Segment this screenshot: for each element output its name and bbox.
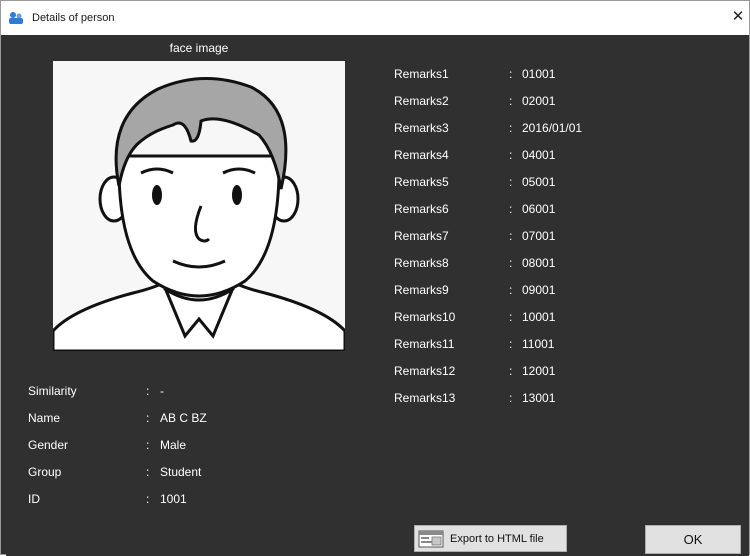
- close-icon: ✕: [731, 8, 745, 25]
- gender-separator: :: [146, 438, 150, 452]
- remarks9-label: Remarks9: [394, 283, 449, 297]
- remarks11-label: Remarks11: [394, 337, 455, 351]
- remarks3-label: Remarks3: [394, 121, 449, 135]
- id-value: 1001: [160, 492, 187, 506]
- gender-value: Male: [160, 438, 187, 452]
- app-icon: [9, 12, 23, 24]
- remarks8-value: 08001: [522, 256, 556, 270]
- remarks4-label: Remarks4: [394, 148, 449, 162]
- remarks12-label: Remarks12: [394, 364, 456, 378]
- remarks1-value: 01001: [522, 67, 556, 81]
- remarks12-separator: :: [509, 364, 513, 378]
- remarks13-value: 13001: [522, 391, 556, 405]
- remarks6-label: Remarks6: [394, 202, 449, 216]
- html-export-icon: [418, 530, 444, 548]
- remarks13-label: Remarks13: [394, 391, 456, 405]
- remarks9-separator: :: [509, 283, 513, 297]
- remarks1-separator: :: [509, 67, 513, 81]
- id-separator: :: [146, 492, 150, 506]
- similarity-label: Similarity: [28, 384, 77, 398]
- remarks11-separator: :: [509, 337, 513, 351]
- remarks10-label: Remarks10: [394, 310, 456, 324]
- remarks2-value: 02001: [522, 94, 556, 108]
- remarks7-label: Remarks7: [394, 229, 449, 243]
- details-of-person-dialog: Details of person ✕ face image Similarit…: [0, 0, 750, 556]
- similarity-separator: :: [146, 384, 150, 398]
- face-image: [53, 61, 345, 351]
- remarks5-value: 05001: [522, 175, 556, 189]
- group-value: Student: [160, 465, 202, 479]
- remarks4-value: 04001: [522, 148, 556, 162]
- remarks3-value: 2016/01/01: [522, 121, 583, 135]
- dialog-content: face image Similarity: - Name: AB C BZ…: [6, 35, 749, 556]
- remarks10-separator: :: [509, 310, 513, 324]
- ok-button-label: OK: [683, 532, 703, 547]
- remarks13-separator: :: [509, 391, 513, 405]
- export-to-html-button[interactable]: Export to HTML file: [414, 525, 567, 552]
- remarks8-separator: :: [509, 256, 513, 270]
- remarks10-value: 10001: [522, 310, 556, 324]
- group-separator: :: [146, 465, 150, 479]
- name-label: Name: [28, 411, 61, 425]
- remarks7-separator: :: [509, 229, 513, 243]
- remarks1-label: Remarks1: [394, 67, 449, 81]
- group-label: Group: [28, 465, 62, 479]
- remarks8-label: Remarks8: [394, 256, 449, 270]
- face-image-caption: face image: [169, 41, 229, 55]
- id-label: ID: [28, 492, 40, 506]
- ok-button[interactable]: OK: [645, 525, 741, 554]
- window-title: Details of person: [32, 12, 115, 24]
- remarks4-separator: :: [509, 148, 513, 162]
- close-button[interactable]: ✕: [727, 5, 749, 29]
- title-bar: Details of person ✕: [1, 1, 749, 35]
- name-value: AB C BZ: [160, 411, 207, 425]
- name-separator: :: [146, 411, 150, 425]
- person-face-illustration: [53, 61, 345, 351]
- remarks9-value: 09001: [522, 283, 556, 297]
- remarks6-separator: :: [509, 202, 513, 216]
- remarks5-separator: :: [509, 175, 513, 189]
- remarks7-value: 07001: [522, 229, 556, 243]
- remarks3-separator: :: [509, 121, 513, 135]
- remarks5-label: Remarks5: [394, 175, 449, 189]
- remarks11-value: 11001: [522, 337, 555, 351]
- similarity-value: -: [160, 384, 164, 398]
- remarks6-value: 06001: [522, 202, 556, 216]
- gender-label: Gender: [28, 438, 69, 452]
- remarks2-label: Remarks2: [394, 94, 449, 108]
- remarks12-value: 12001: [522, 364, 556, 378]
- export-button-label: Export to HTML file: [450, 533, 544, 545]
- remarks2-separator: :: [509, 94, 513, 108]
